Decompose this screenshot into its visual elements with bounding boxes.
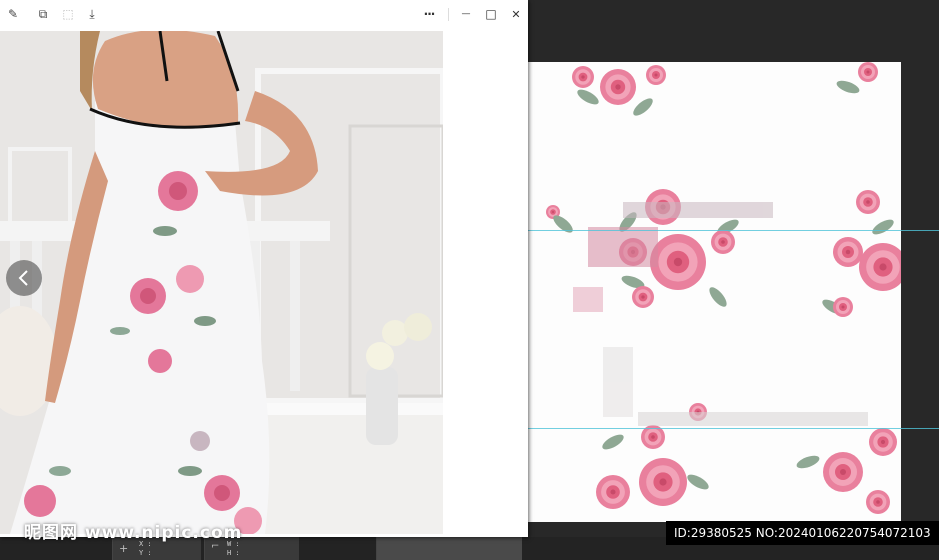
guide-line[interactable] — [528, 428, 939, 429]
site-watermark: 昵图网 www.nipic.com — [24, 523, 243, 543]
maximize-button[interactable]: □ — [480, 4, 502, 24]
image-id-tag: ID:29380525 NO:20240106220754072103 — [666, 521, 939, 545]
guide-line[interactable] — [528, 230, 939, 231]
pattern-canvas[interactable] — [528, 62, 901, 522]
floral-pattern-artwork — [546, 62, 901, 514]
image-viewer-window: ✎ ⧉ ⬚ ⤓ ··· — □ ✕ 昵图网 www.nipic.com — [0, 0, 528, 543]
status-panel — [376, 537, 522, 560]
close-button[interactable]: ✕ — [505, 4, 527, 24]
crosshair-icon: + — [119, 542, 129, 555]
chevron-left-icon — [18, 270, 28, 286]
h-label: H : — [227, 549, 240, 557]
edit-icon[interactable]: ✎ — [4, 5, 22, 23]
more-options-button[interactable]: ··· — [418, 4, 440, 24]
crop-icon[interactable]: ⬚ — [59, 5, 77, 23]
minimize-button[interactable]: — — [455, 4, 477, 24]
save-icon[interactable]: ⤓ — [83, 5, 101, 23]
y-label: Y : — [139, 549, 152, 557]
previous-image-button[interactable] — [6, 260, 42, 296]
slip-dress-photo — [0, 31, 443, 534]
titlebar-divider — [448, 8, 449, 21]
viewer-titlebar[interactable]: ✎ ⧉ ⬚ ⤓ ··· — □ ✕ — [0, 0, 528, 28]
copy-window-icon[interactable]: ⧉ — [34, 5, 52, 23]
product-photo — [0, 31, 443, 534]
